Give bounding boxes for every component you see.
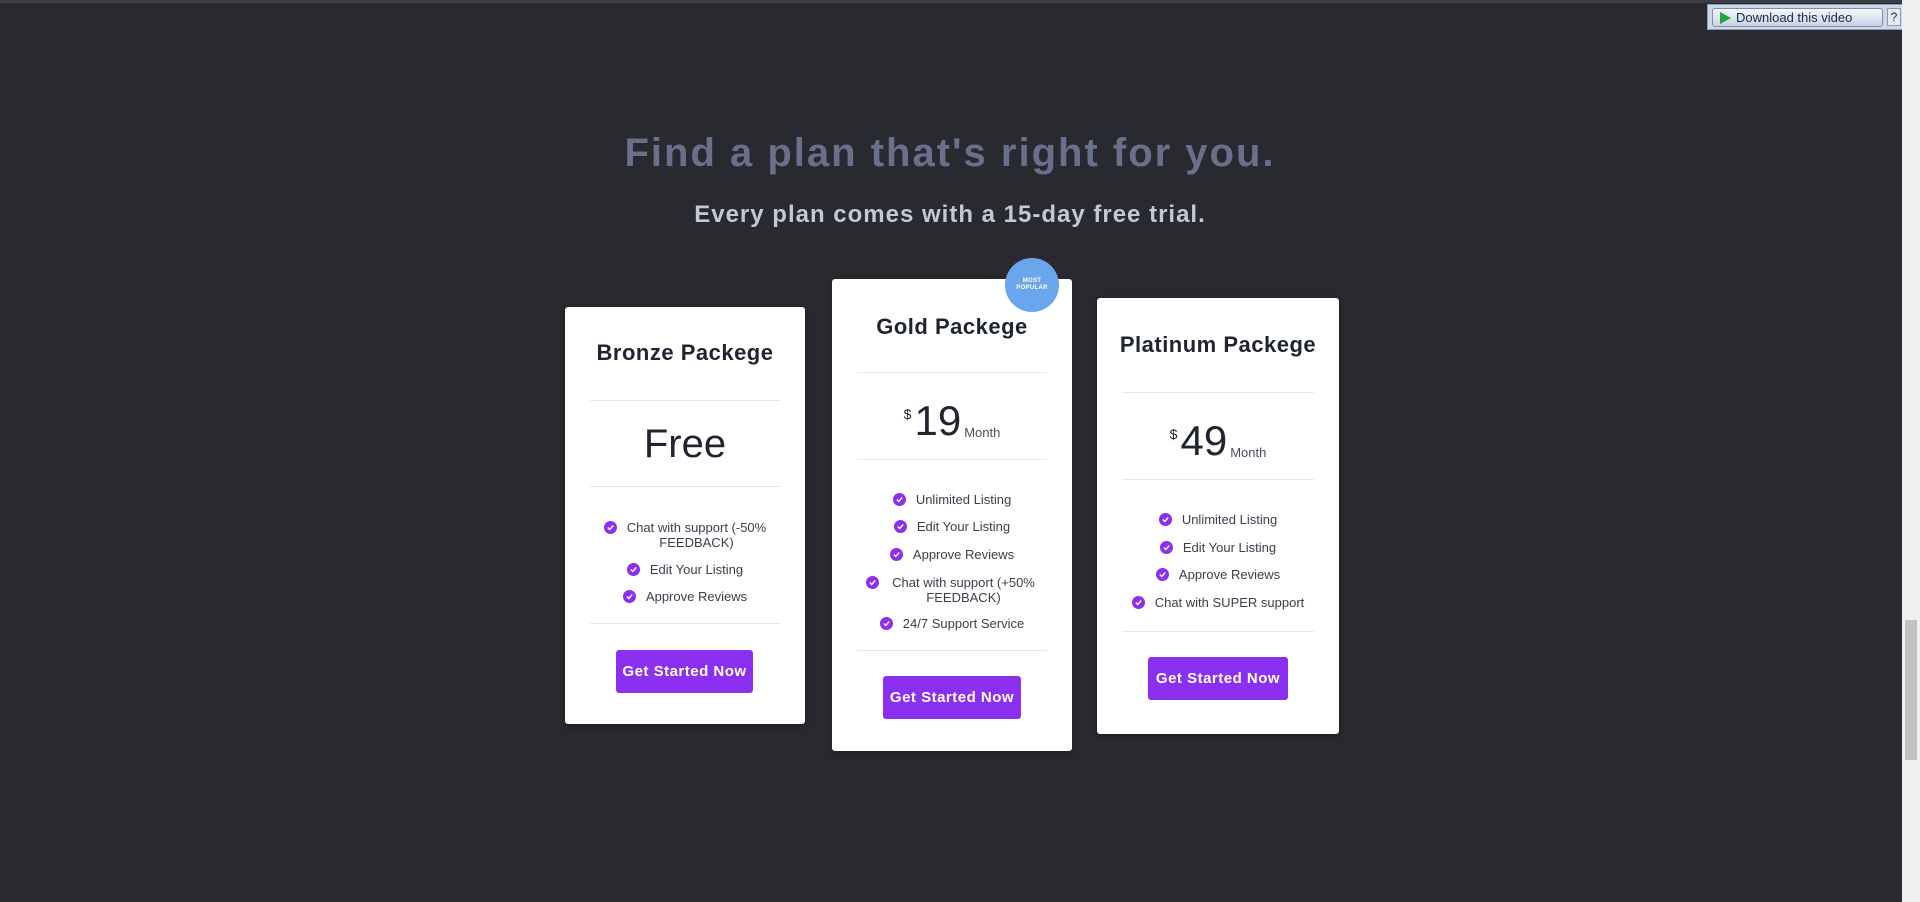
check-icon: [879, 617, 893, 630]
feature-item: Edit Your Listing: [1097, 540, 1339, 567]
feature-list: Unlimited Listing Edit Your Listing Appr…: [1097, 512, 1339, 622]
feature-item: Chat with SUPER support: [1097, 595, 1339, 622]
price-currency: $: [903, 406, 912, 422]
top-border: [0, 0, 1920, 3]
check-icon: [626, 563, 640, 576]
plan-name: Platinum Packege: [1119, 332, 1317, 357]
divider: [857, 650, 1047, 651]
check-icon: [1158, 513, 1172, 526]
check-icon: [865, 576, 879, 589]
divider: [590, 400, 780, 401]
divider: [1122, 392, 1314, 393]
price-amount: 19: [914, 397, 962, 444]
check-icon: [622, 590, 636, 603]
page-scrollbar[interactable]: [1902, 0, 1920, 902]
feature-text: Approve Reviews: [912, 547, 1015, 562]
feature-text: 24/7 Support Service: [902, 616, 1025, 631]
plan-name: Gold Packege: [876, 314, 1028, 339]
most-popular-badge: MOST POPULAR: [1005, 258, 1059, 312]
feature-text: Edit Your Listing: [916, 519, 1011, 534]
section-subtitle: Every plan comes with a 15-day free tria…: [694, 201, 1206, 228]
feature-text: Edit Your Listing: [649, 562, 744, 577]
feature-item: Approve Reviews: [565, 589, 805, 616]
get-started-button-platinum[interactable]: Get Started Now: [1148, 657, 1288, 700]
check-icon: [889, 548, 903, 561]
plan-price: $ 49 Month: [1097, 420, 1339, 462]
price-amount: 49: [1180, 417, 1228, 464]
get-started-button-bronze[interactable]: Get Started Now: [616, 650, 753, 693]
feature-text: Approve Reviews: [1178, 567, 1281, 582]
divider: [590, 486, 780, 487]
play-icon: [1720, 11, 1731, 24]
feature-list: Chat with support (-50% FEEDBACK) Edit Y…: [565, 520, 805, 616]
feature-text: Edit Your Listing: [1182, 540, 1277, 555]
feature-text: Approve Reviews: [645, 589, 748, 604]
feature-item: Edit Your Listing: [565, 562, 805, 589]
feature-list: Unlimited Listing Edit Your Listing Appr…: [832, 492, 1072, 643]
feature-text: Unlimited Listing: [1181, 512, 1278, 527]
feature-item: Unlimited Listing: [832, 492, 1072, 519]
check-icon: [1159, 541, 1173, 554]
get-started-button-gold[interactable]: Get Started Now: [883, 676, 1021, 719]
divider: [857, 372, 1047, 373]
check-icon: [603, 521, 617, 534]
divider: [590, 623, 780, 624]
check-icon: [1155, 568, 1169, 581]
download-video-label: Download this video: [1736, 10, 1853, 25]
feature-item: Unlimited Listing: [1097, 512, 1339, 540]
feature-item: Approve Reviews: [832, 547, 1072, 575]
feature-item: Edit Your Listing: [832, 519, 1072, 547]
price-period: Month: [964, 425, 1001, 440]
feature-text: Chat with support (-50% FEEDBACK): [626, 520, 767, 550]
section-title: Find a plan that's right for you.: [624, 131, 1276, 175]
feature-item: 24/7 Support Service: [832, 616, 1072, 643]
divider: [857, 459, 1047, 460]
plan-card-platinum: Platinum Packege $ 49 Month Unlimited Li…: [1097, 298, 1339, 734]
feature-text: Chat with support (+50% FEEDBACK): [892, 575, 1035, 605]
feature-item: Chat with support (+50% FEEDBACK): [832, 575, 1072, 616]
video-download-widget: Download this video ? X: [1707, 4, 1920, 30]
divider: [1122, 479, 1314, 480]
plan-name: Bronze Packege: [596, 340, 774, 365]
check-icon: [892, 493, 906, 506]
feature-text: Unlimited Listing: [915, 492, 1012, 507]
divider: [1122, 631, 1314, 632]
plan-price: Free: [643, 422, 727, 466]
feature-item: Approve Reviews: [1097, 567, 1339, 595]
price-currency: $: [1169, 426, 1178, 442]
check-icon: [1131, 596, 1145, 609]
plan-card-bronze: Bronze Packege Free Chat with support (-…: [565, 307, 805, 724]
feature-item: Chat with support (-50% FEEDBACK): [565, 520, 805, 562]
plan-price: $ 19 Month: [832, 400, 1072, 442]
download-video-button[interactable]: Download this video: [1712, 8, 1883, 27]
plan-card-gold: Gold Packege $ 19 Month Unlimited Listin…: [832, 279, 1072, 751]
price-period: Month: [1230, 445, 1267, 460]
check-icon: [893, 520, 907, 533]
scrollbar-thumb[interactable]: [1905, 620, 1917, 760]
help-button[interactable]: ?: [1887, 8, 1901, 26]
feature-text: Chat with SUPER support: [1154, 595, 1305, 610]
